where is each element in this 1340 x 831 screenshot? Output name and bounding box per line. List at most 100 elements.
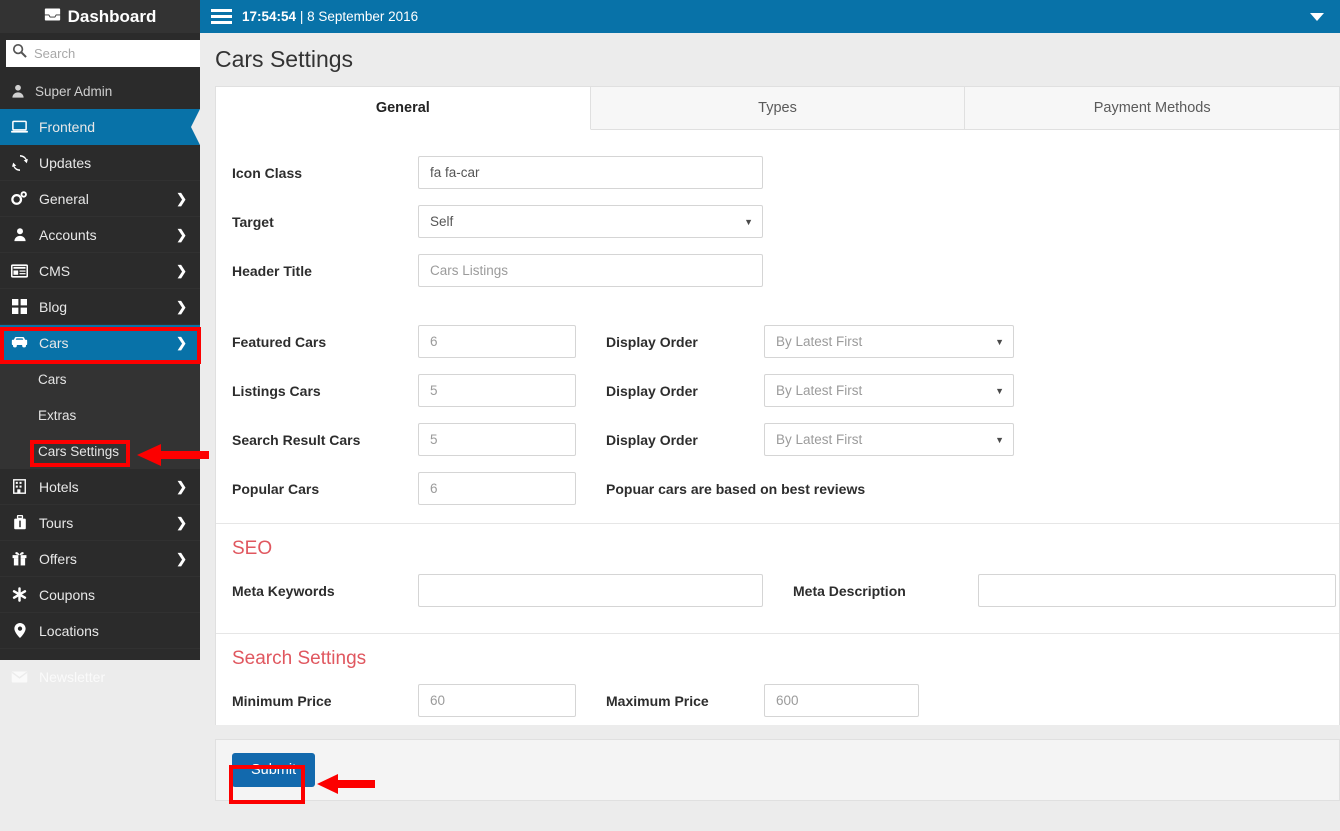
chevron-down-icon: ▼ (995, 434, 1004, 445)
sidebar-item-coupons[interactable]: Coupons (0, 577, 200, 613)
popular-cars-input[interactable]: 6 (418, 472, 576, 505)
settings-panel: General Types Payment Methods Icon Class… (215, 86, 1340, 725)
chevron-down-icon: ▼ (995, 385, 1004, 396)
sidebar-item-label: Cars (39, 334, 69, 351)
sidebar-subitem-extras[interactable]: Extras (0, 397, 200, 433)
chevron-right-icon: ❯ (176, 190, 187, 206)
field-row-icon-class: Icon Class fa fa-car (216, 148, 1339, 197)
window-icon (11, 263, 28, 278)
building-icon (11, 479, 28, 494)
hamburger-icon[interactable] (200, 9, 242, 24)
inbox-icon (44, 7, 61, 27)
search-box[interactable] (6, 39, 216, 67)
field-row-featured-cars: Featured Cars 6 Display Order By Latest … (216, 317, 1339, 366)
chevron-right-icon: ❯ (176, 298, 187, 314)
featured-cars-input[interactable]: 6 (418, 325, 576, 358)
seo-heading: SEO (232, 538, 273, 559)
display-order-label: Display Order (606, 333, 698, 350)
sidebar-item-label: CMS (39, 262, 71, 279)
icon-class-input[interactable]: fa fa-car (418, 156, 763, 189)
sidebar-user[interactable]: Super Admin (0, 73, 200, 109)
grid-icon (11, 299, 28, 314)
topbar: 17:54:54 | 8 September 2016 (200, 0, 1340, 33)
sidebar-item-frontend[interactable]: Frontend (0, 109, 200, 145)
sidebar-item-hotels[interactable]: Hotels ❯ (0, 469, 200, 505)
sidebar-item-label: Offers (39, 550, 77, 567)
select-value: By Latest First (776, 432, 863, 447)
chevron-down-icon: ▼ (995, 336, 1004, 347)
meta-keywords-input[interactable] (418, 574, 763, 607)
chevron-down-icon[interactable] (1310, 12, 1324, 21)
featured-display-order-select[interactable]: By Latest First ▼ (764, 325, 1014, 358)
chevron-right-icon: ❯ (176, 262, 187, 278)
active-pointer (191, 109, 200, 145)
minimum-price-input[interactable]: 60 (418, 684, 576, 717)
target-select-value: Self (430, 214, 454, 229)
maximum-price-label: Maximum Price (606, 692, 709, 709)
meta-description-input[interactable] (978, 574, 1336, 607)
chevron-right-icon: ❯ (176, 550, 187, 566)
sidebar-item-blog[interactable]: Blog ❯ (0, 289, 200, 325)
search-icon (12, 43, 27, 63)
chevron-right-icon: ❯ (176, 478, 187, 494)
search-display-order-select[interactable]: By Latest First ▼ (764, 423, 1014, 456)
popular-cars-label: Popular Cars (232, 480, 320, 497)
sidebar-subitem-label: Cars Settings (38, 443, 120, 459)
sidebar-item-label: General (39, 190, 89, 207)
form-footer: Submit (215, 739, 1340, 801)
target-select[interactable]: Self ▼ (418, 205, 763, 238)
field-row-listings-cars: Listings Cars 5 Display Order By Latest … (216, 366, 1339, 415)
sidebar-subitem-cars[interactable]: Cars (0, 361, 200, 397)
search-input[interactable] (34, 45, 210, 61)
sidebar-brand-label: Dashboard (67, 6, 157, 26)
sidebar-item-cars[interactable]: Cars ❯ (0, 325, 200, 361)
field-row-price: Minimum Price 60 Maximum Price 600 (216, 676, 1339, 725)
car-icon (11, 336, 28, 349)
sidebar-item-offers[interactable]: Offers ❯ (0, 541, 200, 577)
laptop-icon (11, 120, 28, 134)
sidebar-subitem-label: Cars (38, 371, 67, 387)
sidebar-item-label: Hotels (39, 478, 79, 495)
featured-cars-label: Featured Cars (232, 333, 327, 350)
field-row-header-title: Header Title Cars Listings (216, 246, 1339, 295)
sidebar-subitem-cars-settings[interactable]: Cars Settings (0, 433, 200, 469)
tab-payment-methods[interactable]: Payment Methods (965, 87, 1340, 130)
sidebar-item-newsletter[interactable]: Newsletter (0, 660, 200, 694)
submit-button[interactable]: Submit (232, 753, 316, 787)
user-icon (9, 84, 26, 98)
topbar-date: 8 September 2016 (307, 9, 419, 24)
suitcase-icon (11, 515, 28, 530)
sidebar-brand[interactable]: Dashboard (0, 0, 200, 33)
tab-general[interactable]: General (216, 87, 591, 130)
field-row-search-result-cars: Search Result Cars 5 Display Order By La… (216, 415, 1339, 464)
sidebar-item-label: Newsletter (39, 669, 106, 685)
chevron-right-icon: ❯ (176, 514, 187, 530)
icon-class-label: Icon Class (232, 164, 303, 181)
sidebar-item-cms[interactable]: CMS ❯ (0, 253, 200, 289)
listings-display-order-select[interactable]: By Latest First ▼ (764, 374, 1014, 407)
sidebar-item-accounts[interactable]: Accounts ❯ (0, 217, 200, 253)
tab-bar: General Types Payment Methods (216, 87, 1340, 130)
field-row-target: Target Self ▼ (216, 197, 1339, 246)
sidebar-item-updates[interactable]: Updates (0, 145, 200, 181)
tab-types[interactable]: Types (590, 87, 966, 130)
field-row-meta: Meta Keywords Meta Description (216, 566, 1339, 615)
search-result-cars-input[interactable]: 5 (418, 423, 576, 456)
sidebar-item-general[interactable]: General ❯ (0, 181, 200, 217)
map-pin-icon (11, 623, 28, 638)
sidebar-search-area (0, 33, 216, 73)
header-title-input[interactable]: Cars Listings (418, 254, 763, 287)
listings-cars-input[interactable]: 5 (418, 374, 576, 407)
header-title-label: Header Title (232, 262, 312, 279)
sidebar-item-label: Locations (39, 622, 99, 639)
sidebar-item-tours[interactable]: Tours ❯ (0, 505, 200, 541)
sidebar-item-locations[interactable]: Locations (0, 613, 200, 649)
target-label: Target (232, 213, 274, 230)
search-result-cars-label: Search Result Cars (232, 431, 361, 448)
main-content: Cars Settings General Types Payment Meth… (200, 33, 1340, 831)
display-order-label: Display Order (606, 382, 698, 399)
maximum-price-input[interactable]: 600 (764, 684, 919, 717)
popular-cars-note: Popuar cars are based on best reviews (606, 480, 866, 497)
minimum-price-label: Minimum Price (232, 692, 332, 709)
search-settings-heading: Search Settings (232, 648, 367, 669)
